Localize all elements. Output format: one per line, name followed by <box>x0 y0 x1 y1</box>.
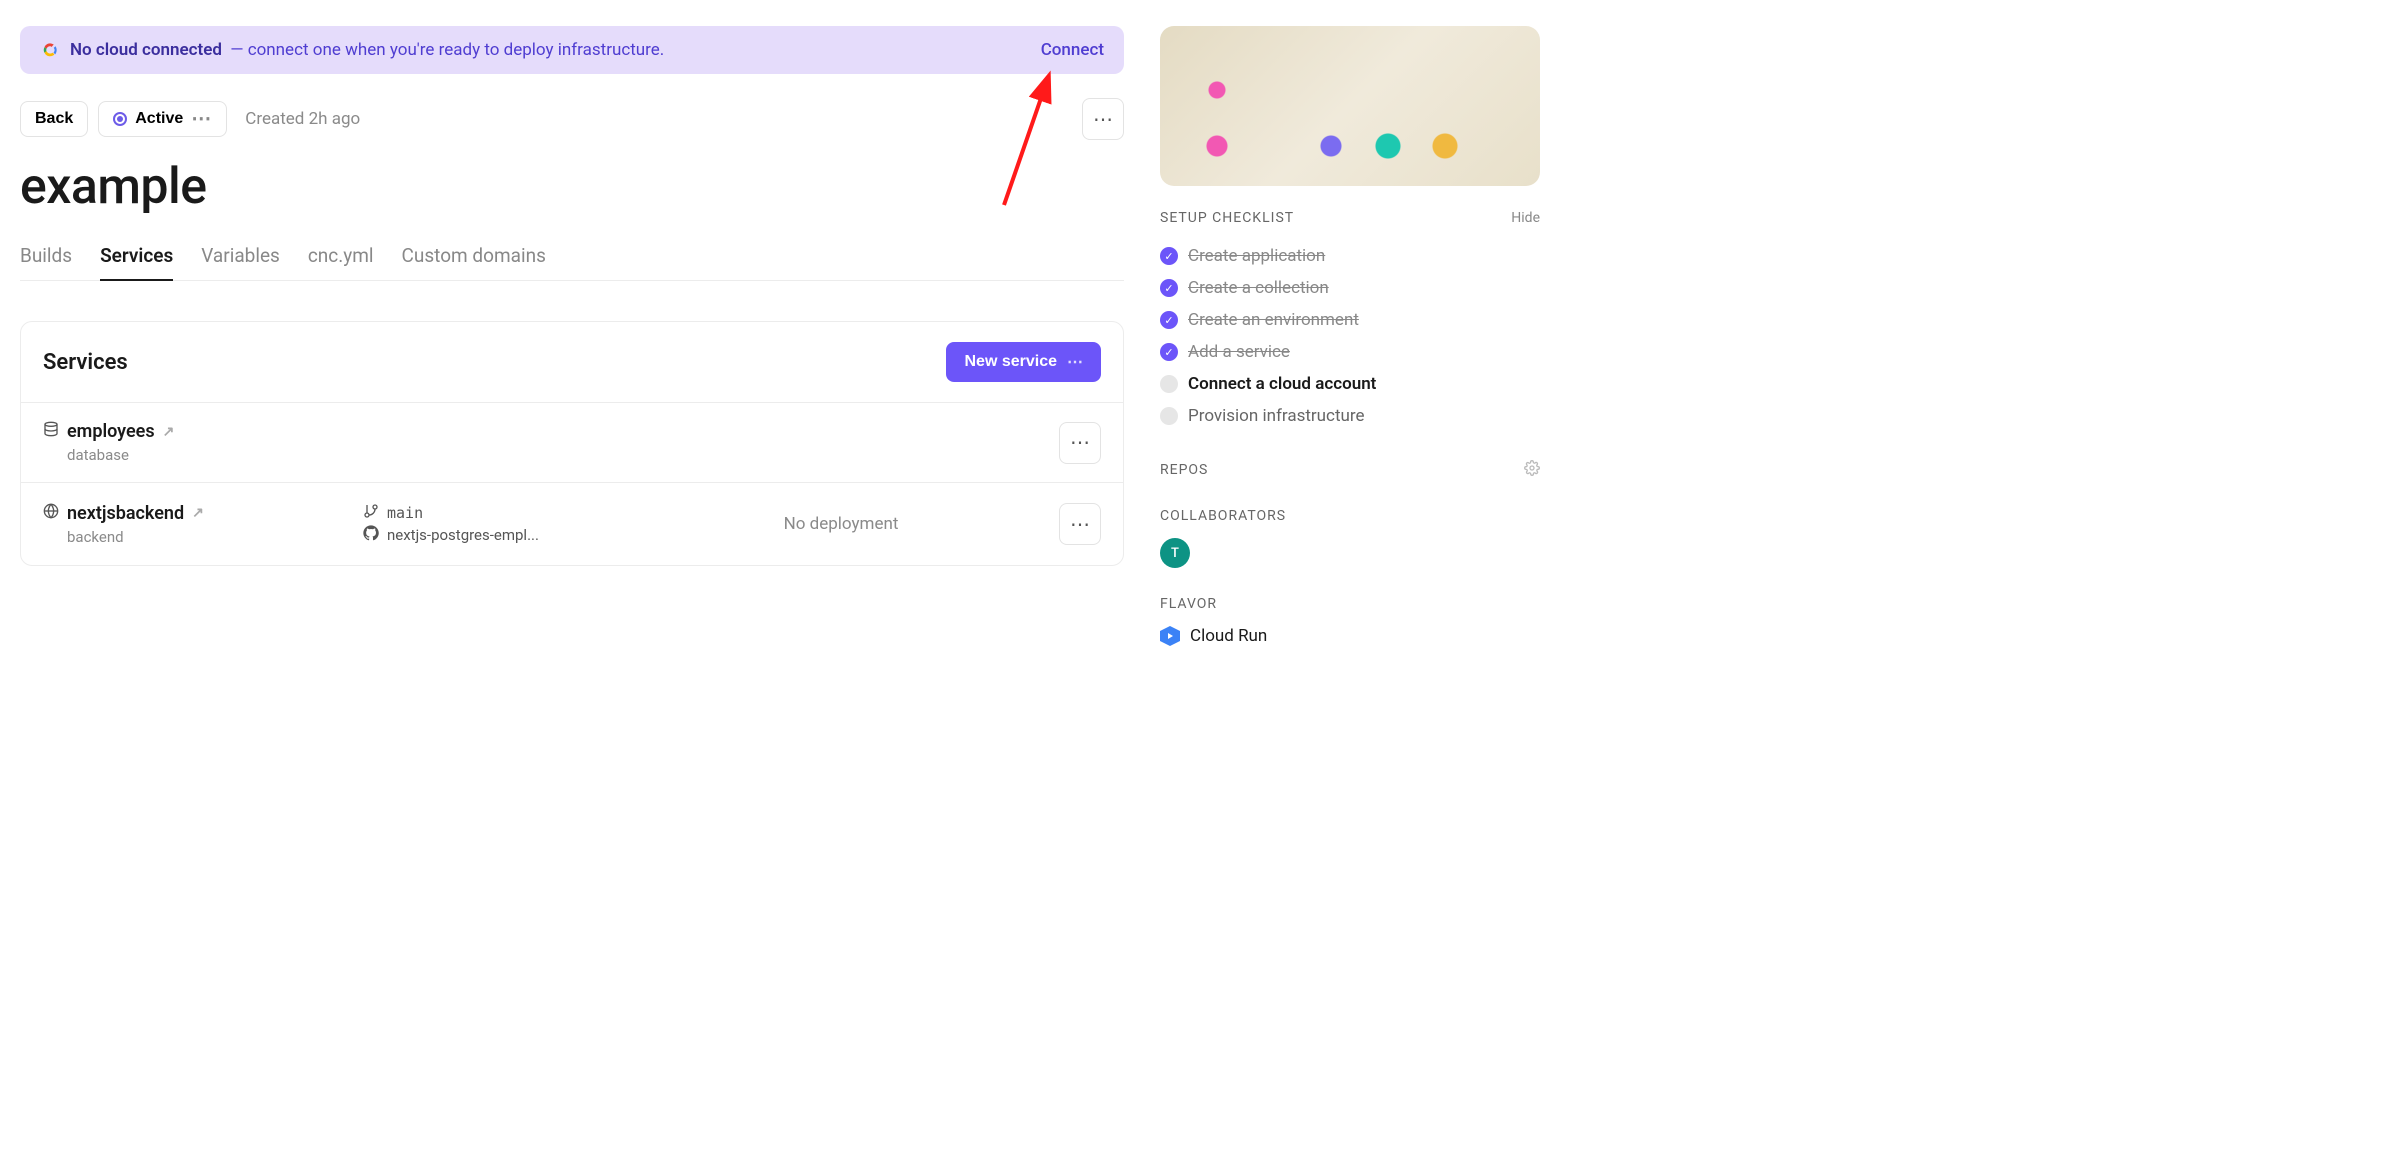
tab-builds[interactable]: Builds <box>20 244 72 281</box>
checklist-item: ✓ Create an environment <box>1160 304 1540 336</box>
github-icon <box>363 525 379 545</box>
checklist-item: ✓ Create a collection <box>1160 272 1540 304</box>
page-title: example <box>20 158 1124 216</box>
checklist-item-label: Add a service <box>1188 342 1290 362</box>
hide-checklist-link[interactable]: Hide <box>1511 210 1540 226</box>
tabs: Builds Services Variables cnc.yml Custom dom… <box>20 244 1124 281</box>
collaborators-title: COLLABORATORS <box>1160 508 1540 524</box>
service-name: nextjsbackend <box>67 503 184 524</box>
flavor-value: Cloud Run <box>1190 626 1267 646</box>
header-row: Back Active ⋯ Created 2h ago ⋯ <box>20 98 1124 140</box>
avatar[interactable]: T <box>1160 538 1190 568</box>
service-more-button[interactable]: ⋯ <box>1059 422 1101 464</box>
checklist-item-label: Create application <box>1188 246 1325 266</box>
new-service-button[interactable]: New service ⋯ <box>946 342 1101 382</box>
deployment-status: No deployment <box>643 514 1039 534</box>
tab-services[interactable]: Services <box>100 244 173 281</box>
service-more-button[interactable]: ⋯ <box>1059 503 1101 545</box>
checklist-title: SETUP CHECKLIST <box>1160 210 1511 226</box>
google-cloud-icon <box>40 40 60 60</box>
active-dot-icon <box>113 112 127 126</box>
collaborators-section: COLLABORATORS T <box>1160 508 1540 568</box>
checklist-item-label: Provision infrastructure <box>1188 406 1365 426</box>
checklist-item-label: Create an environment <box>1188 310 1359 330</box>
tab-variables[interactable]: Variables <box>201 244 280 281</box>
gear-icon[interactable] <box>1524 460 1540 480</box>
repos-section: REPOS <box>1160 460 1540 480</box>
check-icon: ✓ <box>1160 279 1178 297</box>
branch-name: main <box>387 504 423 522</box>
repos-title: REPOS <box>1160 462 1524 478</box>
checklist-item[interactable]: Provision infrastructure <box>1160 400 1540 432</box>
circle-icon <box>1160 407 1178 425</box>
service-row[interactable]: nextjsbackend ↗ backend main nextjs-postgres… <box>21 482 1123 565</box>
back-button[interactable]: Back <box>20 101 88 137</box>
decorative-banner-art <box>1160 26 1540 186</box>
globe-icon <box>43 503 59 524</box>
external-link-icon: ↗ <box>192 505 204 521</box>
cloud-run-icon <box>1160 626 1180 646</box>
more-actions-button[interactable]: ⋯ <box>1082 98 1124 140</box>
services-card: Services New service ⋯ employees ↗ databas… <box>20 321 1124 566</box>
created-timestamp: Created 2h ago <box>245 109 360 129</box>
check-icon: ✓ <box>1160 247 1178 265</box>
database-icon <box>43 421 59 442</box>
service-subtitle: database <box>67 446 343 464</box>
ellipsis-icon: ⋯ <box>1093 107 1113 132</box>
flavor-section: FLAVOR Cloud Run <box>1160 596 1540 646</box>
checklist-item: ✓ Create application <box>1160 240 1540 272</box>
branch-icon <box>363 503 379 523</box>
banner-text: No cloud connected — connect one when yo… <box>70 40 1031 60</box>
circle-icon <box>1160 375 1178 393</box>
connect-link[interactable]: Connect <box>1041 40 1104 60</box>
checklist-item[interactable]: Connect a cloud account <box>1160 368 1540 400</box>
check-icon: ✓ <box>1160 311 1178 329</box>
ellipsis-icon: ⋯ <box>1067 352 1083 372</box>
checklist-item-label: Connect a cloud account <box>1188 374 1376 394</box>
repo-name: nextjs-postgres-empl... <box>387 526 539 544</box>
flavor-title: FLAVOR <box>1160 596 1540 612</box>
external-link-icon: ↗ <box>163 424 175 440</box>
checklist-item-label: Create a collection <box>1188 278 1329 298</box>
tab-custom-domains[interactable]: Custom domains <box>402 244 546 281</box>
check-icon: ✓ <box>1160 343 1178 361</box>
service-subtitle: backend <box>67 528 343 546</box>
ellipsis-icon: ⋯ <box>1070 430 1090 455</box>
setup-checklist: SETUP CHECKLIST Hide ✓ Create application… <box>1160 210 1540 432</box>
status-chip[interactable]: Active ⋯ <box>98 101 227 137</box>
checklist-item: ✓ Add a service <box>1160 336 1540 368</box>
services-title: Services <box>43 350 946 375</box>
ellipsis-icon: ⋯ <box>1070 512 1090 537</box>
service-name: employees <box>67 421 155 442</box>
service-row[interactable]: employees ↗ database ⋯ <box>21 402 1123 482</box>
tab-cnc-yml[interactable]: cnc.yml <box>308 244 374 281</box>
cloud-banner: No cloud connected — connect one when yo… <box>20 26 1124 74</box>
